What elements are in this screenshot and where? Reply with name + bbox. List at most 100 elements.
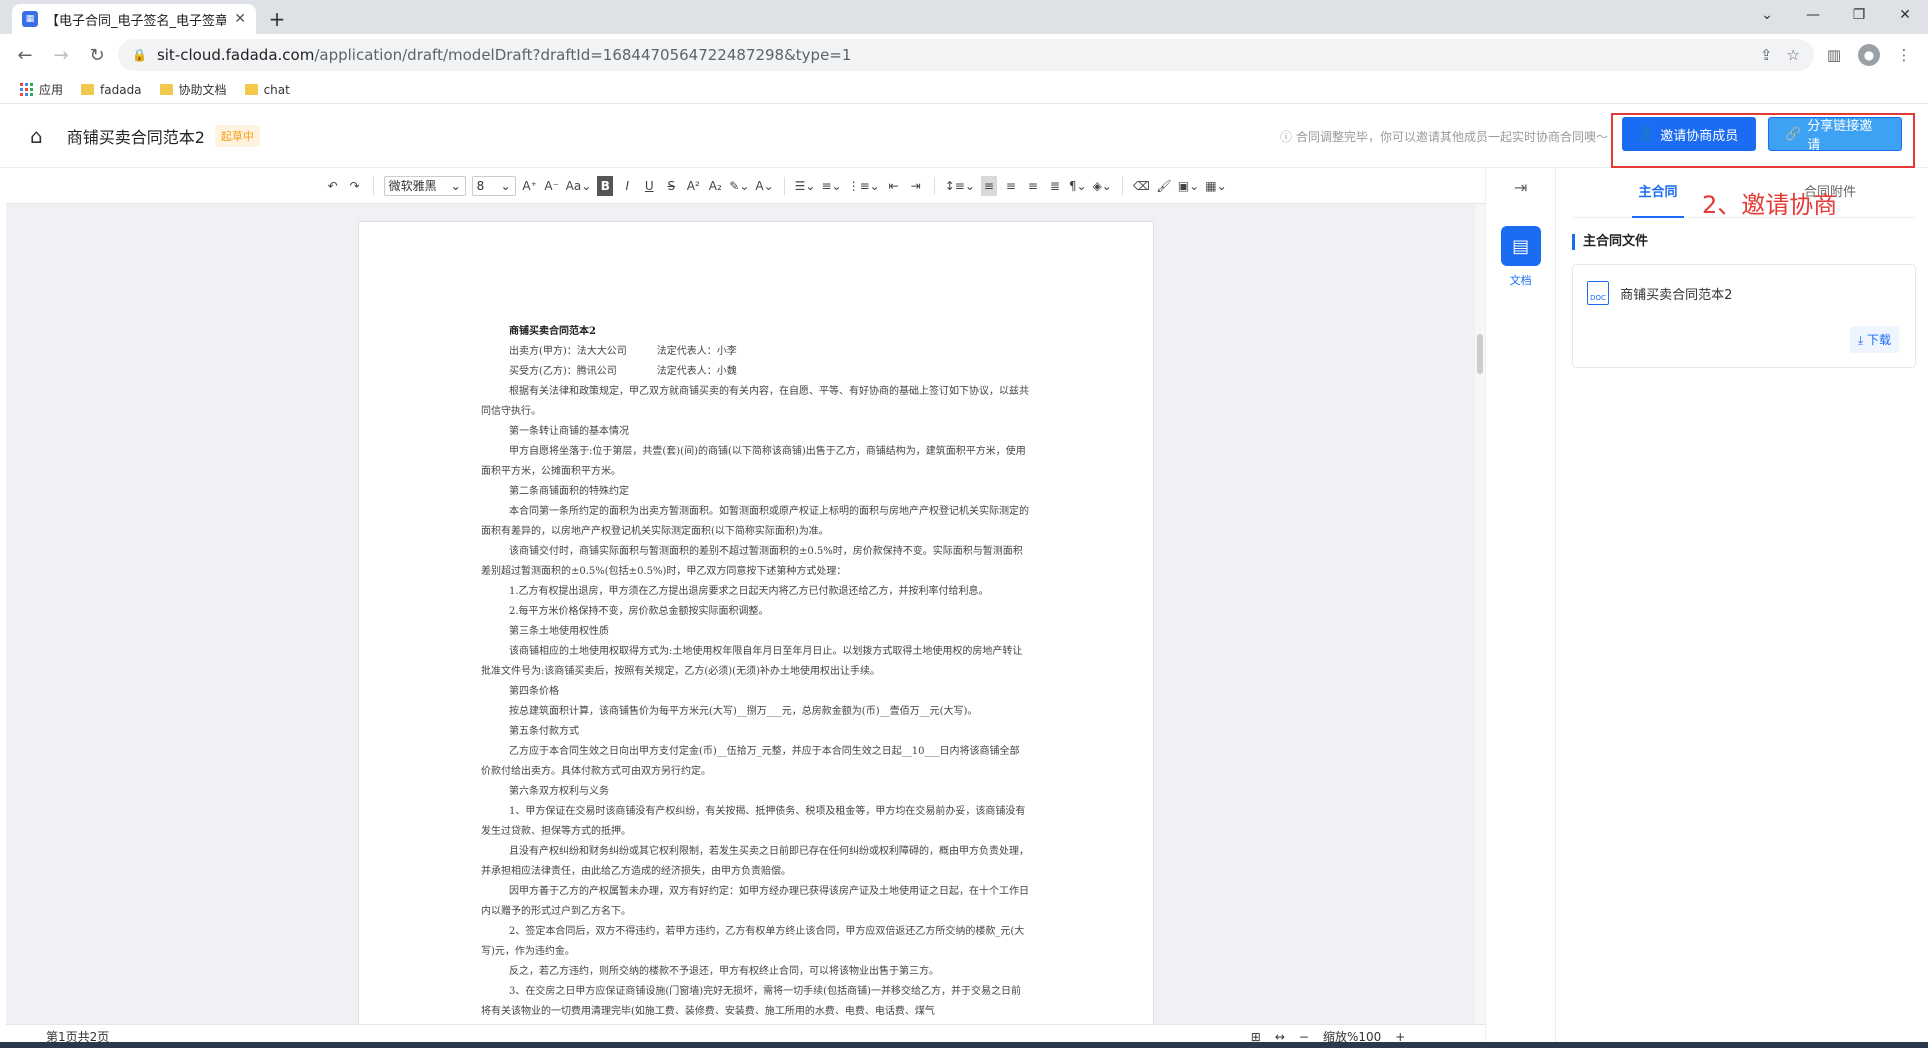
document-paragraph[interactable]: 本合同第一条所约定的面积为出卖方暂测面积。如暂测面积或原产权证上标明的面积与房地…	[481, 502, 1029, 542]
bullet-list-icon[interactable]: ☰⌄	[795, 176, 816, 196]
document-paragraph[interactable]: 第二条商铺面积的特殊约定	[481, 482, 1029, 502]
numbered-list-icon[interactable]: ≡⌄	[821, 176, 841, 196]
file-card[interactable]: DOC 商铺买卖合同范本2 ⤓ 下载	[1572, 264, 1916, 368]
close-tab-icon[interactable]: ✕	[234, 11, 246, 27]
bookmark-fadada[interactable]: fadada	[81, 83, 142, 97]
bookmark-chat[interactable]: chat	[244, 83, 290, 97]
paragraph-mark-icon[interactable]: ¶⌄	[1069, 176, 1087, 196]
superscript-icon[interactable]: A²	[685, 176, 701, 196]
editor-toolbar: ↶ ↷ 微软雅黑 ⌄ 8 ⌄ A⁺ A⁻ Aa⌄ B I U S A² A₂ ✎⌄ …	[6, 168, 1486, 204]
bookmark-star-icon[interactable]: ☆	[1787, 46, 1800, 64]
font-size-select[interactable]: 8 ⌄	[471, 175, 516, 196]
bookmark-apps[interactable]: 应用	[20, 81, 63, 98]
document-paragraph[interactable]: 根据有关法律和政策规定，甲乙双方就商铺买卖的有关内容，在自愿、平等、有好协商的基…	[481, 382, 1029, 422]
lock-icon[interactable]: 🔒	[132, 48, 147, 62]
document-paragraph[interactable]: 该商铺相应的土地使用权取得方式为:土地使用权年限自年月日至年月日止。以划拨方式取…	[481, 642, 1029, 682]
document-editor: ↶ ↷ 微软雅黑 ⌄ 8 ⌄ A⁺ A⁻ Aa⌄ B I U S A² A₂ ✎⌄ …	[0, 168, 1486, 1048]
browser-tabbar: ▦ 【电子合同_电子签名_电子签章】 ✕ + ⌄ — ❐ ✕	[0, 0, 1928, 34]
underline-icon[interactable]: U	[641, 176, 657, 196]
vertical-scrollbar[interactable]	[1475, 204, 1486, 1024]
align-right-icon[interactable]: ≡	[1025, 176, 1041, 196]
document-heading[interactable]: 商铺买卖合同范本2	[481, 322, 1029, 342]
insert-table-icon[interactable]: ▦⌄	[1205, 176, 1226, 196]
profile-avatar-icon[interactable]: ●	[1858, 44, 1880, 66]
bookmark-help-docs[interactable]: 协助文档	[159, 81, 227, 98]
document-paragraph[interactable]: 甲方自愿将坐落于:位于第层，共壹(套)(间)的商铺(以下简称该商铺)出售于乙方，…	[481, 442, 1029, 482]
file-name: 商铺买卖合同范本2	[1620, 287, 1733, 303]
document-canvas[interactable]: 商铺买卖合同范本2 出卖方(甲方)：法大大公司 法定代表人：小李 买受方(乙方)：腾…	[6, 204, 1475, 1024]
align-center-icon[interactable]: ≡	[1003, 176, 1019, 196]
section-title: 主合同文件	[1572, 234, 1916, 250]
highlight-color-icon[interactable]: ✎⌄	[729, 176, 749, 196]
document-paragraph[interactable]: 第六条双方权利与义务	[481, 782, 1029, 802]
text-case-icon[interactable]: Aa⌄	[566, 176, 592, 196]
insert-image-icon[interactable]: ▣⌄	[1178, 176, 1199, 196]
font-color-icon[interactable]: A⌄	[755, 176, 773, 196]
document-paragraph[interactable]: 按总建筑面积计算，该商铺售价为每平方米元(大写)__捌万___元，总房款金额为(…	[481, 702, 1029, 722]
font-family-select[interactable]: 微软雅黑 ⌄	[383, 175, 466, 196]
document-nav-icon[interactable]: ▤	[1500, 226, 1541, 266]
multilevel-list-icon[interactable]: ⋮≡⌄	[848, 176, 880, 196]
document-paragraph[interactable]: 反之，若乙方违约，则所交纳的楼款不予退还，甲方有权终止合同，可以将该物业出售于第…	[481, 962, 1029, 982]
document-paragraph[interactable]: 乙方应于本合同生效之日向出甲方支付定金(币)__伍拾万_元整，并应于本合同生效之…	[481, 742, 1029, 782]
document-paragraph[interactable]: 第三条土地使用权性质	[481, 622, 1029, 642]
undo-icon[interactable]: ↶	[325, 176, 341, 196]
decrease-indent-icon[interactable]: ⇤	[886, 176, 902, 196]
close-window-button[interactable]: ✕	[1882, 0, 1928, 30]
divider	[372, 176, 374, 195]
folder-icon	[81, 84, 95, 95]
side-panel-icon[interactable]: ▥	[1820, 41, 1848, 69]
doc-file-icon: DOC	[1587, 281, 1609, 305]
share-page-icon[interactable]: ⇪	[1760, 46, 1773, 64]
bold-icon[interactable]: B	[597, 175, 614, 196]
side-panel: 主合同 合同附件 主合同文件 DOC 商铺买卖合同范本2 ⤓ 下载	[1556, 168, 1928, 1048]
document-page[interactable]: 商铺买卖合同范本2 出卖方(甲方)：法大大公司 法定代表人：小李 买受方(乙方)：腾…	[358, 221, 1154, 1024]
align-justify-icon[interactable]: ≣	[1047, 176, 1063, 196]
strikethrough-icon[interactable]: S	[663, 176, 679, 196]
italic-icon[interactable]: I	[619, 176, 635, 196]
line-spacing-icon[interactable]: ↕≡⌄	[945, 176, 975, 196]
format-painter-icon[interactable]: 🖌	[1156, 176, 1172, 196]
folder-icon	[244, 84, 258, 95]
document-paragraph[interactable]: 买受方(乙方)：腾讯公司 法定代表人：小魏	[481, 362, 1029, 382]
divider	[1121, 176, 1123, 195]
document-paragraph[interactable]: 2、签定本合同后，双方不得违约，若甲方违约，乙方有权单方终止该合同，甲方应双倍返…	[481, 922, 1029, 962]
document-paragraph[interactable]: 该商铺交付时，商铺实际面积与暂测面积的差别不超过暂测面积的±0.5%时，房价款保…	[481, 542, 1029, 582]
document-paragraph[interactable]: 第四条价格	[481, 682, 1029, 702]
document-nav-label: 文档	[1509, 274, 1532, 287]
collapse-panel-icon[interactable]: ⇥	[1514, 178, 1527, 202]
home-icon[interactable]: ⌂	[30, 124, 43, 148]
eraser-icon[interactable]: ⌫	[1133, 176, 1150, 196]
fill-color-icon[interactable]: ◈⌄	[1093, 176, 1112, 196]
document-paragraph[interactable]: 2.每平方米价格保持不变，房价款总金额按实际面积调整。	[481, 602, 1029, 622]
browser-menu-icon[interactable]: ⋮	[1890, 41, 1918, 69]
document-paragraph[interactable]: 第一条转让商铺的基本情况	[481, 422, 1029, 442]
tab-search-icon[interactable]: ⌄	[1744, 0, 1790, 30]
divider	[933, 176, 935, 195]
new-tab-button[interactable]: +	[262, 4, 292, 34]
restore-button[interactable]: ❐	[1836, 0, 1882, 30]
address-input[interactable]: 🔒 sit-cloud.fadada.com/application/draft…	[118, 39, 1814, 71]
forward-button[interactable]: →	[46, 40, 76, 70]
subscript-icon[interactable]: A₂	[707, 176, 723, 196]
scroll-thumb[interactable]	[1477, 334, 1484, 374]
align-left-icon[interactable]: ≡	[980, 175, 997, 196]
info-icon: ⓘ	[1279, 130, 1292, 144]
browser-tab[interactable]: ▦ 【电子合同_电子签名_电子签章】 ✕	[12, 4, 256, 34]
document-paragraph[interactable]: 1.乙方有权提出退房，甲方须在乙方提出退房要求之日起天内将乙方已付款退还给乙方，…	[481, 582, 1029, 602]
increase-font-icon[interactable]: A⁺	[522, 176, 538, 196]
minimize-button[interactable]: —	[1790, 0, 1836, 30]
document-paragraph[interactable]: 第五条付款方式	[481, 722, 1029, 742]
reload-button[interactable]: ↻	[82, 40, 112, 70]
decrease-font-icon[interactable]: A⁻	[544, 176, 560, 196]
document-paragraph[interactable]: 3、在交房之日甲方应保证商铺设施(门窗墙)完好无损坏，需将一切手续(包括商铺)一…	[481, 982, 1029, 1022]
document-paragraph[interactable]: 1、甲方保证在交易时该商铺没有产权纠纷，有关按揭、抵押债务、税项及租金等，甲方均…	[481, 802, 1029, 842]
increase-indent-icon[interactable]: ⇥	[908, 176, 924, 196]
back-button[interactable]: ←	[10, 40, 40, 70]
window-controls: ⌄ — ❐ ✕	[1744, 0, 1928, 30]
download-button[interactable]: ⤓ 下载	[1849, 326, 1899, 353]
redo-icon[interactable]: ↷	[347, 176, 363, 196]
document-paragraph[interactable]: 且没有产权纠纷和财务纠纷或其它权利限制，若发生买卖之日前即已存在任何纠纷或权利障…	[481, 842, 1029, 882]
document-paragraph[interactable]: 出卖方(甲方)：法大大公司 法定代表人：小李	[481, 342, 1029, 362]
document-paragraph[interactable]: 因甲方善于乙方的产权属暂未办理，双方有好约定：如甲方经办理已获得该房产证及土地使…	[481, 882, 1029, 922]
